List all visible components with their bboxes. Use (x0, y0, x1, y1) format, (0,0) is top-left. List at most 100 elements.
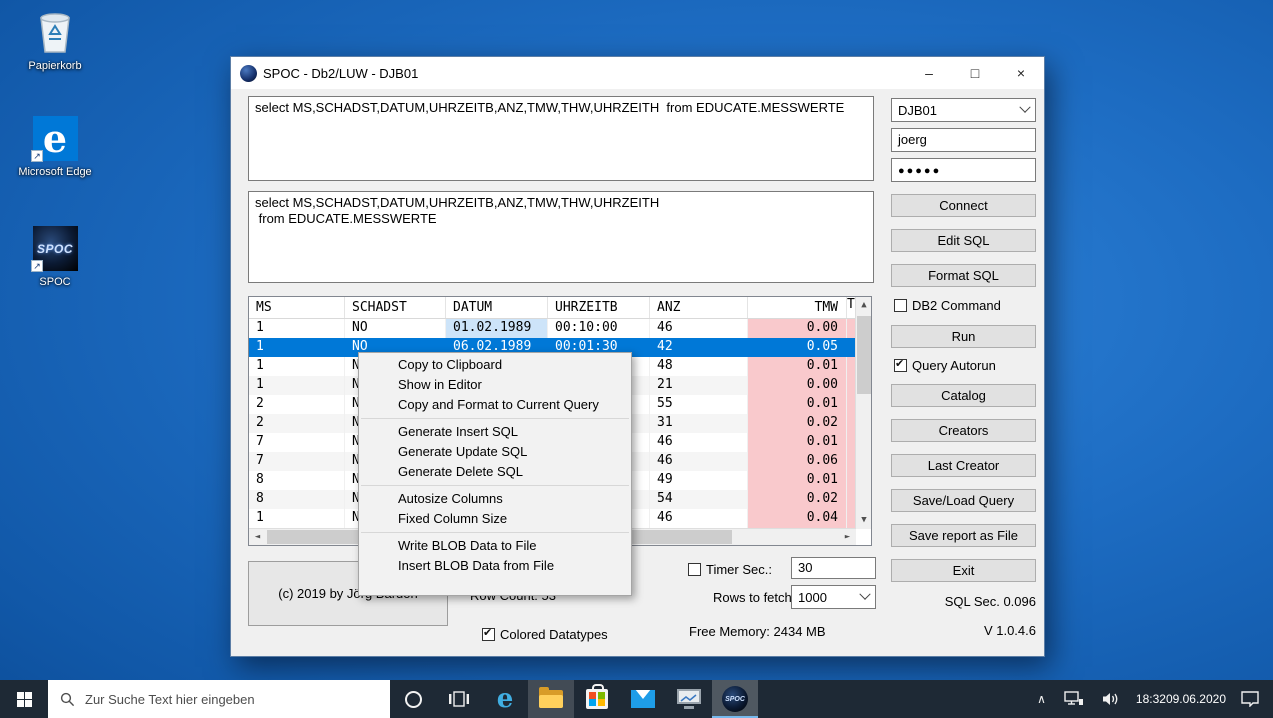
table-cell[interactable]: 0.06 (748, 452, 847, 471)
table-cell[interactable]: 7 (249, 452, 345, 471)
rows-to-fetch-select[interactable]: 1000 (791, 585, 876, 609)
menu-item[interactable]: Show in Editor (359, 375, 631, 395)
table-cell[interactable]: 46 (650, 452, 748, 471)
table-cell[interactable]: 46 (650, 319, 748, 338)
menu-item[interactable]: Autosize Columns (359, 489, 631, 509)
volume-button[interactable] (1093, 680, 1130, 718)
table-cell[interactable]: 00:10:00 (548, 319, 650, 338)
table-cell[interactable]: 54 (650, 490, 748, 509)
menu-item[interactable]: Generate Update SQL (359, 442, 631, 462)
table-cell[interactable]: 7 (249, 433, 345, 452)
maximize-button[interactable]: □ (952, 57, 998, 89)
colored-datatypes-checkbox[interactable]: Colored Datatypes (482, 627, 608, 642)
table-cell[interactable]: 1 (249, 338, 345, 357)
scroll-down-icon[interactable]: ▼ (856, 512, 872, 529)
store-button[interactable] (574, 680, 620, 718)
menu-item[interactable]: Fixed Column Size (359, 509, 631, 529)
scroll-left-icon[interactable]: ◄ (249, 529, 266, 545)
table-cell[interactable]: 0.00 (748, 376, 847, 395)
checkbox-icon[interactable] (688, 563, 701, 576)
save-report-button[interactable]: Save report as File (891, 524, 1036, 547)
menu-item[interactable]: Copy to Clipboard (359, 355, 631, 375)
menu-item[interactable]: Insert BLOB Data from File (359, 556, 631, 576)
table-cell[interactable]: NO (345, 319, 446, 338)
table-cell[interactable]: 0.04 (748, 509, 847, 528)
result-table-header[interactable]: MSSCHADSTDATUMUHRZEITBANZTMWT (249, 297, 871, 319)
table-cell[interactable]: 0.02 (748, 490, 847, 509)
password-field[interactable]: ●●●●● (891, 158, 1036, 182)
table-cell[interactable]: 0.01 (748, 395, 847, 414)
file-explorer-button[interactable] (528, 680, 574, 718)
monitor-app-button[interactable] (666, 680, 712, 718)
sql-current-query[interactable]: select MS,SCHADST,DATUM,UHRZEITB,ANZ,TMW… (248, 191, 874, 283)
column-header[interactable]: SCHADST (345, 297, 446, 318)
table-cell[interactable]: 8 (249, 471, 345, 490)
creators-button[interactable]: Creators (891, 419, 1036, 442)
save-load-query-button[interactable]: Save/Load Query (891, 489, 1036, 512)
table-cell[interactable]: 0.00 (748, 319, 847, 338)
timer-seconds-input[interactable]: 30 (791, 557, 876, 579)
table-cell[interactable]: 1 (249, 376, 345, 395)
column-header[interactable]: ANZ (650, 297, 748, 318)
connect-button[interactable]: Connect (891, 194, 1036, 217)
desktop-icon-recycle-bin[interactable]: Papierkorb (13, 8, 97, 72)
timer-checkbox[interactable]: Timer Sec.: (688, 562, 772, 577)
table-cell[interactable]: 31 (650, 414, 748, 433)
tray-chevron-button[interactable]: ∧ (1028, 680, 1055, 718)
start-button[interactable] (0, 680, 48, 718)
title-bar[interactable]: SPOC - Db2/LUW - DJB01 – □ × (231, 57, 1044, 89)
table-cell[interactable]: 46 (650, 433, 748, 452)
checkbox-icon[interactable] (894, 359, 907, 372)
menu-item[interactable]: Copy and Format to Current Query (359, 395, 631, 415)
menu-item[interactable]: Generate Insert SQL (359, 422, 631, 442)
scroll-right-icon[interactable]: ► (839, 529, 856, 545)
table-cell[interactable]: 01.02.1989 (446, 319, 548, 338)
table-cell[interactable]: 49 (650, 471, 748, 490)
table-cell[interactable]: 1 (249, 319, 345, 338)
spoc-taskbar-button[interactable]: SPOC (712, 680, 758, 718)
vertical-scroll-thumb[interactable] (857, 316, 871, 394)
table-cell[interactable]: 48 (650, 357, 748, 376)
table-cell[interactable]: 46 (650, 509, 748, 528)
table-cell[interactable]: 0.01 (748, 357, 847, 376)
table-cell[interactable]: 1 (249, 357, 345, 376)
username-field[interactable]: joerg (891, 128, 1036, 152)
table-cell[interactable]: 0.05 (748, 338, 847, 357)
checkbox-icon[interactable] (894, 299, 907, 312)
scroll-up-icon[interactable]: ▲ (856, 297, 872, 314)
exit-button[interactable]: Exit (891, 559, 1036, 582)
sql-editor[interactable]: select MS,SCHADST,DATUM,UHRZEITB,ANZ,TMW… (248, 96, 874, 181)
edge-taskbar-button[interactable]: e (482, 680, 528, 718)
column-header[interactable]: MS (249, 297, 345, 318)
table-cell[interactable]: 21 (650, 376, 748, 395)
column-header[interactable]: TMW (748, 297, 847, 318)
run-button[interactable]: Run (891, 325, 1036, 348)
vertical-scrollbar[interactable]: ▲ ▼ (855, 297, 871, 529)
table-cell[interactable]: 2 (249, 395, 345, 414)
edit-sql-button[interactable]: Edit SQL (891, 229, 1036, 252)
table-cell[interactable]: 2 (249, 414, 345, 433)
db2-command-checkbox[interactable]: DB2 Command (894, 298, 1001, 313)
last-creator-button[interactable]: Last Creator (891, 454, 1036, 477)
table-cell[interactable]: 55 (650, 395, 748, 414)
table-cell[interactable]: 0.02 (748, 414, 847, 433)
table-cell[interactable]: 0.01 (748, 471, 847, 490)
network-button[interactable] (1055, 680, 1093, 718)
table-row[interactable]: 1NO01.02.198900:10:00460.00 (249, 319, 871, 338)
table-cell[interactable]: 0.01 (748, 433, 847, 452)
column-header[interactable]: UHRZEITB (548, 297, 650, 318)
table-cell[interactable]: 42 (650, 338, 748, 357)
minimize-button[interactable]: – (906, 57, 952, 89)
catalog-button[interactable]: Catalog (891, 384, 1036, 407)
database-select[interactable]: DJB01 (891, 98, 1036, 122)
query-autorun-checkbox[interactable]: Query Autorun (894, 358, 996, 373)
taskbar-search[interactable]: Zur Suche Text hier eingeben (48, 680, 390, 718)
checkbox-icon[interactable] (482, 628, 495, 641)
close-button[interactable]: × (998, 57, 1044, 89)
desktop-icon-spoc[interactable]: SPOC ↗ SPOC (13, 226, 97, 288)
task-view-button[interactable] (436, 680, 482, 718)
format-sql-button[interactable]: Format SQL (891, 264, 1036, 287)
table-cell[interactable]: 8 (249, 490, 345, 509)
mail-button[interactable] (620, 680, 666, 718)
cortana-button[interactable] (390, 680, 436, 718)
